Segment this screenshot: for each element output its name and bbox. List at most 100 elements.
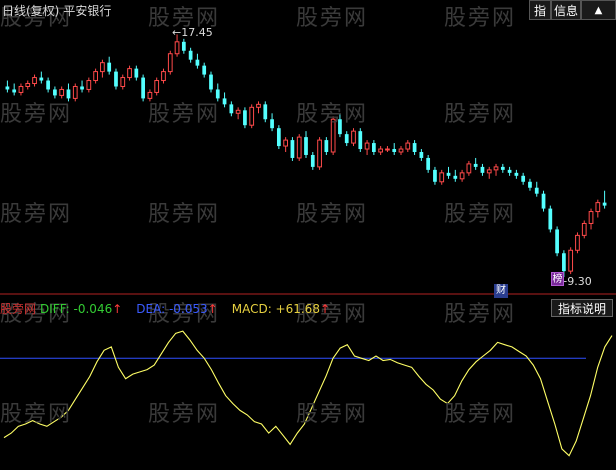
candle-body (256, 103, 261, 108)
candle-body (439, 172, 445, 183)
ranking-marker[interactable]: 榜 (551, 272, 564, 286)
candle (167, 50, 173, 75)
candle-body (39, 77, 44, 81)
watermark-text: 股旁网 (444, 302, 517, 327)
candle-body (249, 106, 255, 126)
period-label[interactable]: 日线(复权) (2, 4, 59, 18)
candle-body (378, 148, 384, 153)
dea-value: DEA: -0.053 (136, 302, 208, 316)
candle (459, 169, 465, 182)
candle-body (459, 172, 465, 180)
candle-body (270, 119, 274, 129)
candle (581, 220, 587, 239)
candle (276, 125, 281, 150)
candle (283, 137, 289, 152)
candle (304, 131, 308, 158)
candle (243, 107, 247, 129)
candle-body (127, 68, 132, 79)
candle-body (72, 85, 78, 99)
candle-body (344, 134, 349, 144)
up-arrow-icon: ↑ (112, 302, 123, 316)
candle-body (500, 166, 505, 170)
candle-body (120, 77, 126, 87)
indicator-explain-button[interactable]: 指标说明 (551, 299, 613, 317)
candle-body (480, 166, 485, 173)
candle (195, 53, 200, 69)
candle-body (493, 166, 499, 171)
candle (480, 163, 485, 176)
watermark-text: 股旁网 (444, 102, 517, 127)
candle-body (412, 143, 417, 152)
candle (486, 166, 492, 179)
candle-body (324, 140, 329, 152)
candle-body (568, 249, 574, 272)
candle-body (562, 253, 566, 272)
candle (202, 62, 207, 78)
candle-body (507, 169, 512, 173)
info-button[interactable]: 信息 (551, 0, 581, 20)
candle-body (154, 80, 160, 93)
candle-body (229, 104, 234, 114)
candle-body (304, 137, 308, 155)
candle (263, 101, 268, 123)
watermark-text: 股旁网 (444, 402, 517, 427)
candle-body (12, 89, 17, 93)
candle-body (364, 142, 370, 150)
low-price-value: 9.30 (567, 275, 592, 288)
up-arrow-icon: ↑ (319, 302, 331, 316)
candle (154, 77, 160, 96)
watermark-text: 股旁网 (0, 402, 73, 427)
candlestick-series (5, 34, 607, 278)
candle-body (181, 41, 186, 51)
candle-body (114, 71, 118, 87)
high-price-value: 17.45 (181, 26, 213, 39)
candle-body (595, 202, 601, 213)
candle-body (541, 193, 546, 209)
candle-body (134, 68, 139, 78)
macd-value: MACD: +61.68 (231, 302, 320, 316)
candle (398, 146, 404, 155)
indicator-legend: 股旁网 DIFF: -0.046↑ DEA: -0.053↑ MACD: +61.68… (0, 300, 330, 317)
candle (521, 172, 526, 185)
candle (5, 80, 10, 93)
candle-body (310, 154, 315, 167)
watermark-text: 股旁网 (444, 6, 517, 31)
indicator-button[interactable]: 指 (529, 0, 551, 20)
candle (222, 92, 227, 108)
candle-body (209, 74, 213, 90)
candle (419, 149, 424, 161)
candle-body (235, 109, 241, 114)
candle-body (296, 136, 302, 159)
watermark-text: 股旁网 (148, 102, 221, 127)
candle (72, 83, 78, 102)
candle-body (317, 139, 322, 168)
finance-marker[interactable]: 财 (494, 284, 508, 298)
watermark-text: 股旁网 (0, 202, 73, 227)
candle (235, 107, 241, 120)
candle-body (405, 142, 411, 150)
candle-body (202, 65, 207, 75)
candle-body (581, 222, 587, 236)
candle-body (283, 139, 289, 147)
candle (100, 59, 105, 78)
candle-body (59, 88, 65, 96)
candle (426, 154, 431, 173)
candle (371, 140, 376, 155)
candle (568, 247, 574, 275)
candle (344, 131, 349, 147)
more-button[interactable]: ▲ (581, 0, 616, 20)
candle-body (141, 77, 145, 99)
candle (120, 74, 126, 90)
candle (93, 68, 98, 84)
candle (473, 157, 478, 170)
candle (290, 137, 295, 161)
candle-body (243, 110, 247, 126)
candle (555, 226, 559, 257)
candle (528, 178, 532, 191)
candle-body (5, 86, 10, 90)
candle-body (575, 234, 580, 251)
candle-body (86, 80, 92, 90)
candle (439, 169, 445, 185)
candle (324, 137, 329, 155)
candle (12, 83, 17, 96)
